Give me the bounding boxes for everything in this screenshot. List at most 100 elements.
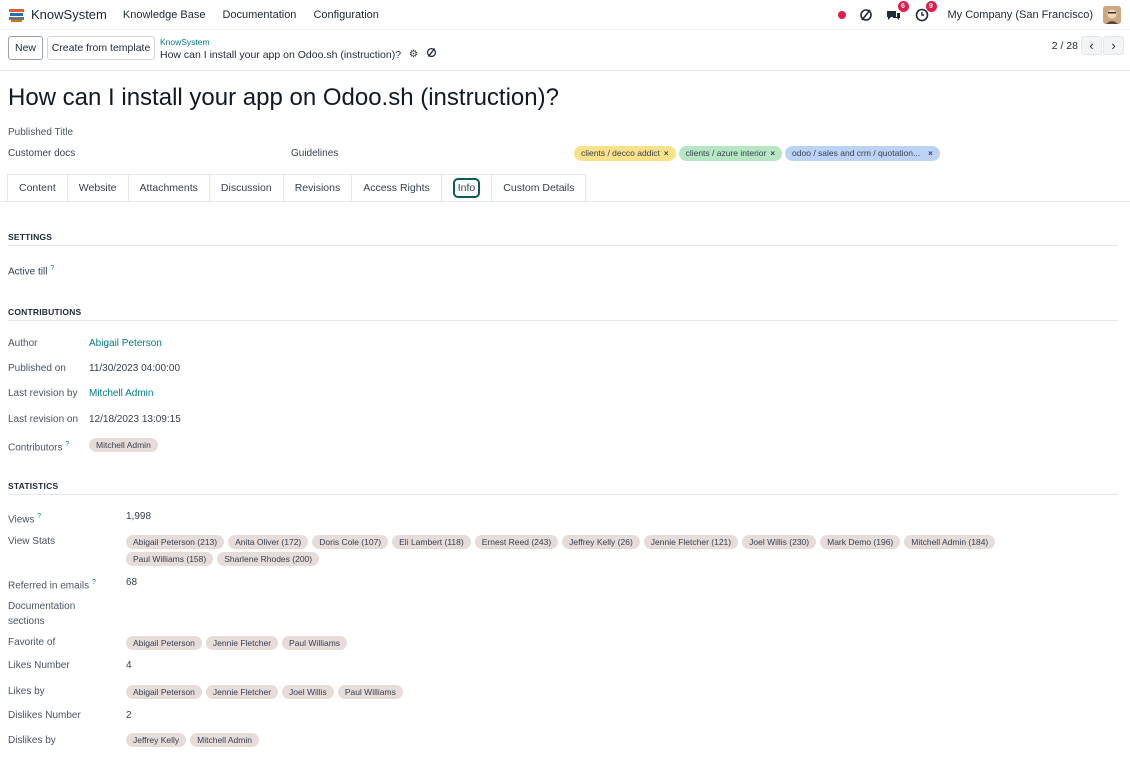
help-icon[interactable]: ? bbox=[50, 265, 54, 272]
activity-badge: 9 bbox=[925, 1, 937, 12]
like-user-pill[interactable]: Abigail Peterson bbox=[126, 685, 202, 699]
gear-icon[interactable]: ⚙ bbox=[409, 48, 418, 62]
published-on-value: 11/30/2023 04:00:00 bbox=[89, 363, 181, 374]
view-stat-pill[interactable]: Jeffrey Kelly (26) bbox=[562, 535, 640, 549]
help-icon[interactable]: ? bbox=[37, 513, 41, 520]
statistics-section-title: STATISTICS bbox=[8, 481, 59, 491]
pager-next-button[interactable]: › bbox=[1103, 36, 1124, 55]
remove-tag-icon[interactable]: × bbox=[770, 146, 775, 161]
tab-custom-details[interactable]: Custom Details bbox=[491, 174, 587, 202]
tab-content[interactable]: Content bbox=[7, 174, 67, 202]
remove-tag-icon[interactable]: × bbox=[664, 146, 669, 161]
tag-label: clients / azure interior bbox=[685, 148, 767, 158]
sync-icon[interactable] bbox=[858, 7, 874, 23]
view-stats-field: Abigail Peterson (213) Anita Oliver (172… bbox=[126, 535, 1071, 566]
last-revision-on-label: Last revision on bbox=[8, 414, 79, 425]
dislikes-by-label: Dislikes by bbox=[8, 735, 56, 746]
tab-access-rights[interactable]: Access Rights bbox=[351, 174, 441, 202]
app-logo-icon[interactable] bbox=[8, 6, 25, 23]
menu-configuration[interactable]: Configuration bbox=[313, 9, 378, 21]
settings-divider bbox=[8, 245, 1118, 246]
view-stat-pill[interactable]: Anita Oliver (172) bbox=[228, 535, 309, 549]
like-user-pill[interactable]: Joel Willis bbox=[282, 685, 334, 699]
pager-previous-button[interactable]: ‹ bbox=[1081, 36, 1102, 55]
create-from-template-button[interactable]: Create from template bbox=[47, 36, 155, 60]
customer-docs-field[interactable]: Customer docs bbox=[8, 148, 75, 159]
view-stat-pill[interactable]: Paul Williams (158) bbox=[126, 552, 214, 566]
view-stat-pill[interactable]: Joel Willis (230) bbox=[742, 535, 817, 549]
favorite-user-pill[interactable]: Jennie Fletcher bbox=[205, 636, 279, 650]
favorite-of-label: Favorite of bbox=[8, 637, 56, 648]
dislikes-number-value: 2 bbox=[126, 710, 132, 721]
tabs-divider bbox=[0, 201, 1130, 202]
view-stat-pill[interactable]: Jennie Fletcher (121) bbox=[643, 535, 739, 549]
tab-discussion[interactable]: Discussion bbox=[208, 174, 283, 202]
help-icon[interactable]: ? bbox=[65, 441, 69, 448]
app-name[interactable]: KnowSystem bbox=[31, 7, 107, 22]
user-avatar[interactable] bbox=[1103, 6, 1121, 24]
likes-number-label: Likes Number bbox=[8, 660, 70, 671]
contributor-pill[interactable]: Mitchell Admin bbox=[89, 438, 158, 452]
dislikes-number-label: Dislikes Number bbox=[8, 710, 81, 721]
record-title[interactable]: How can I install your app on Odoo.sh (i… bbox=[8, 84, 559, 112]
dislike-user-pill[interactable]: Jeffrey Kelly bbox=[126, 733, 187, 747]
view-stat-pill[interactable]: Mitchell Admin (184) bbox=[904, 535, 996, 549]
chat-badge: 6 bbox=[897, 1, 909, 12]
help-icon[interactable]: ? bbox=[92, 579, 96, 586]
menu-documentation[interactable]: Documentation bbox=[222, 9, 296, 21]
pager-value[interactable]: 2 / 28 bbox=[1052, 40, 1078, 52]
company-switcher[interactable]: My Company (San Francisco) bbox=[948, 9, 1094, 21]
contributions-section-title: CONTRIBUTIONS bbox=[8, 307, 82, 317]
view-stat-pill[interactable]: Sharlene Rhodes (200) bbox=[217, 552, 320, 566]
menu-knowledge-base[interactable]: Knowledge Base bbox=[123, 9, 206, 21]
chevron-right-icon: › bbox=[1111, 38, 1116, 53]
tab-info[interactable]: Info bbox=[440, 174, 492, 202]
breadcrumb: KnowSystem How can I install your app on… bbox=[160, 37, 437, 62]
favorite-user-pill[interactable]: Abigail Peterson bbox=[126, 636, 202, 650]
like-user-pill[interactable]: Paul Williams bbox=[337, 685, 403, 699]
views-label: Views ? bbox=[8, 513, 42, 526]
last-revision-by-label: Last revision by bbox=[8, 388, 78, 399]
author-link[interactable]: Abigail Peterson bbox=[89, 338, 162, 349]
tab-website[interactable]: Website bbox=[66, 174, 128, 202]
tag[interactable]: odoo / sales and crm / quotation... × bbox=[785, 146, 940, 161]
tab-revisions[interactable]: Revisions bbox=[282, 174, 352, 202]
view-stats-label: View Stats bbox=[8, 536, 56, 547]
guidelines-field[interactable]: Guidelines bbox=[291, 148, 338, 159]
favorite-user-pill[interactable]: Paul Williams bbox=[282, 636, 348, 650]
view-stat-pill[interactable]: Doris Cole (107) bbox=[312, 535, 389, 549]
view-stat-pill[interactable]: Ernest Reed (243) bbox=[474, 535, 559, 549]
view-stat-pill[interactable]: Mark Demo (196) bbox=[820, 535, 901, 549]
dislikes-by-field: Jeffrey Kelly Mitchell Admin bbox=[126, 733, 259, 747]
likes-by-label: Likes by bbox=[8, 686, 45, 697]
tab-attachments[interactable]: Attachments bbox=[127, 174, 209, 202]
referred-in-emails-label: Referred in emails ? bbox=[8, 579, 96, 592]
like-user-pill[interactable]: Jennie Fletcher bbox=[205, 685, 279, 699]
view-stat-pill[interactable]: Abigail Peterson (213) bbox=[126, 535, 225, 549]
author-label: Author bbox=[8, 338, 38, 349]
remove-tag-icon[interactable]: × bbox=[928, 146, 933, 161]
documentation-sections-label: Documentation sections bbox=[8, 601, 76, 627]
tab-info-label: Info bbox=[452, 178, 481, 198]
last-revision-by-link[interactable]: Mitchell Admin bbox=[89, 388, 153, 399]
status-dot-icon[interactable] bbox=[837, 11, 846, 19]
tag[interactable]: clients / decco addict × bbox=[574, 146, 676, 161]
top-navbar: KnowSystem Knowledge Base Documentation … bbox=[0, 0, 1130, 30]
view-stat-pill[interactable]: Eli Lambert (118) bbox=[392, 535, 471, 549]
likes-by-field: Abigail Peterson Jennie Fletcher Joel Wi… bbox=[126, 685, 403, 699]
activity-clock-icon[interactable]: 9 bbox=[914, 1, 937, 23]
chevron-left-icon: ‹ bbox=[1089, 38, 1094, 53]
favorite-of-field: Abigail Peterson Jennie Fletcher Paul Wi… bbox=[126, 636, 348, 650]
new-button[interactable]: New bbox=[8, 36, 43, 60]
record-sync-icon[interactable] bbox=[426, 47, 437, 62]
tag-label: clients / decco addict bbox=[581, 148, 660, 158]
chat-icon[interactable]: 6 bbox=[886, 1, 909, 23]
published-title-label: Published Title bbox=[8, 127, 74, 138]
contributors-label: Contributors ? bbox=[8, 441, 70, 454]
settings-section-title: SETTINGS bbox=[8, 232, 53, 242]
contributions-divider bbox=[8, 320, 1118, 321]
dislike-user-pill[interactable]: Mitchell Admin bbox=[190, 733, 259, 747]
breadcrumb-parent-link[interactable]: KnowSystem bbox=[160, 37, 437, 47]
active-till-label: Active till ? bbox=[8, 265, 55, 278]
tag[interactable]: clients / azure interior × bbox=[678, 146, 783, 161]
